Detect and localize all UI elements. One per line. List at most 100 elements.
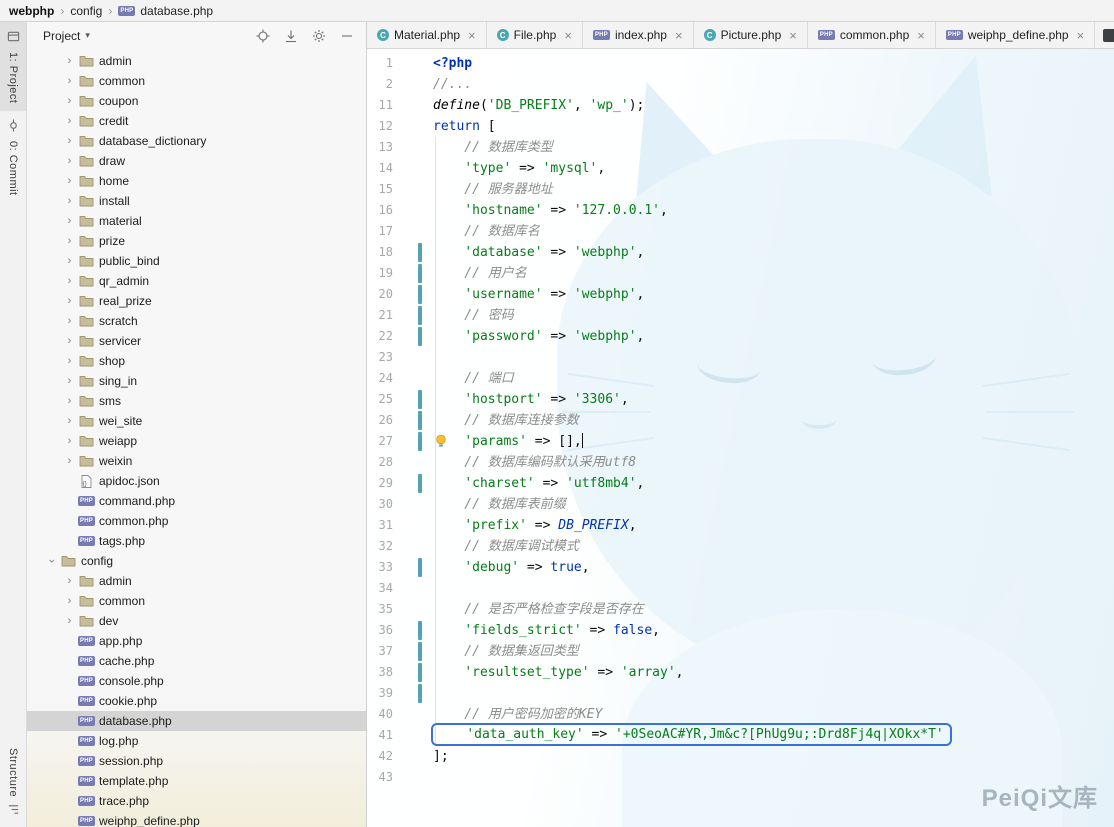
tree-item-scratch[interactable]: ›scratch xyxy=(27,311,366,331)
tree-item-material[interactable]: ›material xyxy=(27,211,366,231)
code-line-26[interactable]: // 数据库连接参数 xyxy=(427,410,1114,431)
tree-item-common[interactable]: ›common xyxy=(27,591,366,611)
line-number[interactable]: 36 xyxy=(379,623,393,637)
tree-item-database_dictionary[interactable]: ›database_dictionary xyxy=(27,131,366,151)
line-number[interactable]: 17 xyxy=(379,224,393,238)
line-number[interactable]: 16 xyxy=(379,203,393,217)
chevron-icon[interactable]: › xyxy=(63,195,76,207)
code-line-32[interactable]: // 数据库调试模式 xyxy=(427,536,1114,557)
code-line-37[interactable]: // 数据集返回类型 xyxy=(427,641,1114,662)
line-number[interactable]: 30 xyxy=(379,497,393,511)
tool-window-button-structure[interactable]: Structure xyxy=(0,740,26,827)
chevron-icon[interactable]: › xyxy=(63,275,76,287)
tree-item-config[interactable]: ›config xyxy=(27,551,366,571)
tree-item-database.php[interactable]: PHPdatabase.php xyxy=(27,711,366,731)
chevron-icon[interactable]: › xyxy=(63,575,76,587)
tab-Picture.php[interactable]: CPicture.php× xyxy=(694,22,808,48)
line-number[interactable]: 13 xyxy=(379,140,393,154)
code-line-28[interactable]: // 数据库编码默认采用utf8 xyxy=(427,452,1114,473)
close-icon[interactable]: × xyxy=(468,29,476,42)
tab-File.php[interactable]: CFile.php× xyxy=(487,22,583,48)
chevron-icon[interactable]: › xyxy=(63,435,76,447)
code-line-40[interactable]: // 用户密码加密的KEY xyxy=(427,704,1114,725)
chevron-icon[interactable]: › xyxy=(63,215,76,227)
line-number[interactable]: 33 xyxy=(379,560,393,574)
tab-Material.php[interactable]: CMaterial.php× xyxy=(367,22,487,48)
line-number[interactable]: 18 xyxy=(379,245,393,259)
line-number[interactable]: 41 xyxy=(379,728,393,742)
tree-item-admin[interactable]: ›admin xyxy=(27,571,366,591)
code-line-35[interactable]: // 是否严格检查字段是否存在 xyxy=(427,599,1114,620)
close-icon[interactable]: × xyxy=(789,29,797,42)
code-line-12[interactable]: return [ xyxy=(427,116,1114,137)
tab-common.php[interactable]: PHPcommon.php× xyxy=(808,22,936,48)
code-line-24[interactable]: // 端口 xyxy=(427,368,1114,389)
chevron-icon[interactable]: › xyxy=(63,455,76,467)
line-number[interactable]: 31 xyxy=(379,518,393,532)
code-line-42[interactable]: ]; xyxy=(427,746,1114,767)
tree-item-sing_in[interactable]: ›sing_in xyxy=(27,371,366,391)
code-line-39[interactable] xyxy=(427,683,1114,704)
project-panel-title[interactable]: Project xyxy=(43,29,80,43)
code-line-36[interactable]: 'fields_strict' => false, xyxy=(427,620,1114,641)
tree-item-dev[interactable]: ›dev xyxy=(27,611,366,631)
code-line-2[interactable]: //... xyxy=(427,74,1114,95)
line-number[interactable]: 24 xyxy=(379,371,393,385)
line-number[interactable]: 43 xyxy=(379,770,393,784)
tab-weiphp_define.php[interactable]: PHPweiphp_define.php× xyxy=(936,22,1095,48)
line-number[interactable]: 42 xyxy=(379,749,393,763)
tree-item-cookie.php[interactable]: PHPcookie.php xyxy=(27,691,366,711)
code-line-38[interactable]: 'resultset_type' => 'array', xyxy=(427,662,1114,683)
code-line-21[interactable]: // 密码 xyxy=(427,305,1114,326)
code-line-14[interactable]: 'type' => 'mysql', xyxy=(427,158,1114,179)
line-number[interactable]: 39 xyxy=(379,686,393,700)
tree-item-log.php[interactable]: PHPlog.php xyxy=(27,731,366,751)
line-number[interactable]: 29 xyxy=(379,476,393,490)
line-number[interactable]: 1 xyxy=(386,56,393,70)
chevron-icon[interactable]: › xyxy=(63,595,76,607)
code-line-34[interactable] xyxy=(427,578,1114,599)
line-number[interactable]: 26 xyxy=(379,413,393,427)
code-line-43[interactable] xyxy=(427,767,1114,788)
code-line-19[interactable]: // 用户名 xyxy=(427,263,1114,284)
code-line-18[interactable]: 'database' => 'webphp', xyxy=(427,242,1114,263)
code-line-31[interactable]: 'prefix' => DB_PREFIX, xyxy=(427,515,1114,536)
line-number[interactable]: 22 xyxy=(379,329,393,343)
tree-item-common.php[interactable]: PHPcommon.php xyxy=(27,511,366,531)
tree-item-template.php[interactable]: PHPtemplate.php xyxy=(27,771,366,791)
chevron-icon[interactable]: › xyxy=(63,175,76,187)
tree-item-real_prize[interactable]: ›real_prize xyxy=(27,291,366,311)
tab-index.php[interactable]: PHPindex.php× xyxy=(583,22,694,48)
line-number[interactable]: 27 xyxy=(379,434,393,448)
line-number[interactable]: 15 xyxy=(379,182,393,196)
line-number[interactable]: 23 xyxy=(379,350,393,364)
close-icon[interactable]: × xyxy=(917,29,925,42)
line-number[interactable]: 12 xyxy=(379,119,393,133)
line-number[interactable]: 19 xyxy=(379,266,393,280)
tree-item-servicer[interactable]: ›servicer xyxy=(27,331,366,351)
tree-item-command.php[interactable]: PHPcommand.php xyxy=(27,491,366,511)
chevron-icon[interactable]: › xyxy=(63,255,76,267)
chevron-icon[interactable]: › xyxy=(63,155,76,167)
chevron-icon[interactable]: › xyxy=(63,615,76,627)
code-line-22[interactable]: 'password' => 'webphp', xyxy=(427,326,1114,347)
code-line-25[interactable]: 'hostport' => '3306', xyxy=(427,389,1114,410)
tree-item-sms[interactable]: ›sms xyxy=(27,391,366,411)
tree-item-console.php[interactable]: PHPconsole.php xyxy=(27,671,366,691)
code-editor[interactable]: <?php//...define('DB_PREFIX', 'wp_');ret… xyxy=(427,49,1114,827)
chevron-icon[interactable]: › xyxy=(63,235,76,247)
tree-item-public_bind[interactable]: ›public_bind xyxy=(27,251,366,271)
locate-file-icon[interactable] xyxy=(256,29,270,43)
code-line-29[interactable]: 'charset' => 'utf8mb4', xyxy=(427,473,1114,494)
line-number[interactable]: 11 xyxy=(379,98,393,112)
tree-item-credit[interactable]: ›credit xyxy=(27,111,366,131)
chevron-icon[interactable]: › xyxy=(63,115,76,127)
chevron-icon[interactable]: › xyxy=(63,375,76,387)
tree-item-trace.php[interactable]: PHPtrace.php xyxy=(27,791,366,811)
tree-item-weixin[interactable]: ›weixin xyxy=(27,451,366,471)
line-number[interactable]: 34 xyxy=(379,581,393,595)
chevron-icon[interactable]: › xyxy=(63,295,76,307)
code-line-17[interactable]: // 数据库名 xyxy=(427,221,1114,242)
tree-item-weiapp[interactable]: ›weiapp xyxy=(27,431,366,451)
chevron-icon[interactable]: › xyxy=(63,95,76,107)
